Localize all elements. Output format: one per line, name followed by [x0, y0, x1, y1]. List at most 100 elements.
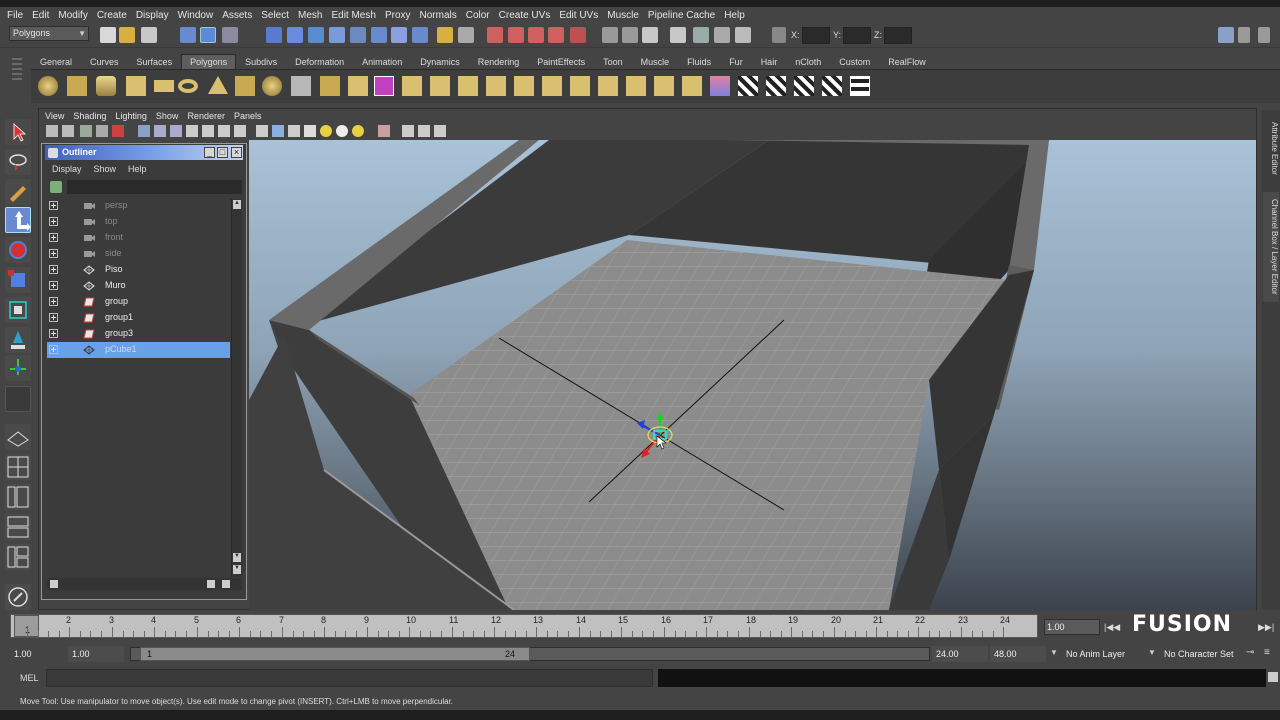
z-field[interactable]: [884, 27, 912, 44]
menu-create-uvs[interactable]: Create UVs: [496, 10, 557, 21]
layout-graph-icon[interactable]: [5, 514, 31, 540]
poly-soccer-icon[interactable]: [262, 76, 282, 96]
bookmark-icon[interactable]: [80, 125, 92, 137]
new-scene-icon[interactable]: [100, 27, 116, 43]
save-scene-icon[interactable]: [141, 27, 157, 43]
modeling-toolkit-icon[interactable]: [5, 584, 31, 610]
ipr-render-icon[interactable]: [670, 27, 686, 43]
hud-icon[interactable]: [378, 125, 390, 137]
menu-file[interactable]: File: [4, 10, 29, 21]
select-deformer-icon[interactable]: [350, 27, 366, 43]
range-slider-handle[interactable]: 1 24: [140, 647, 530, 661]
universal-manipulator-icon[interactable]: [5, 297, 31, 323]
panel-menu-panels[interactable]: Panels: [232, 111, 269, 121]
uv-editor-icon[interactable]: [822, 76, 842, 96]
show-manipulator-icon[interactable]: [5, 355, 31, 381]
expand-icon[interactable]: [49, 233, 58, 242]
image-plane-icon[interactable]: [96, 125, 108, 137]
shelf-tab-hair[interactable]: Hair: [752, 54, 787, 69]
animation-start-field[interactable]: 1.00: [10, 646, 64, 662]
shelf-tab-custom[interactable]: Custom: [830, 54, 879, 69]
last-tool-slot[interactable]: [5, 386, 31, 412]
panel-menu-renderer[interactable]: Renderer: [185, 111, 232, 121]
gate-mask-icon[interactable]: [304, 125, 316, 137]
camera-attributes-icon[interactable]: [62, 125, 74, 137]
attribute-editor-toggle-icon[interactable]: [1238, 27, 1250, 43]
outliner-item-side[interactable]: side: [47, 246, 230, 262]
render-current-icon[interactable]: [642, 27, 658, 43]
poly-boolean-icon[interactable]: [374, 76, 394, 96]
shelf-tab-animation[interactable]: Animation: [353, 54, 411, 69]
shelf-tab-fluids[interactable]: Fluids: [678, 54, 720, 69]
render-globals-icon[interactable]: [735, 27, 751, 43]
panel-menu-shading[interactable]: Shading: [71, 111, 113, 121]
mel-command-input[interactable]: [46, 669, 653, 687]
poly-bridge-icon[interactable]: [430, 76, 450, 96]
menu-modify[interactable]: Modify: [55, 10, 93, 21]
snap-grid-icon[interactable]: [487, 27, 503, 43]
select-surface-icon[interactable]: [329, 27, 345, 43]
layout-four-icon[interactable]: [5, 454, 31, 480]
shelf-tab-fur[interactable]: Fur: [720, 54, 752, 69]
shelf-tab-muscle[interactable]: Muscle: [632, 54, 679, 69]
expand-icon[interactable]: [49, 249, 58, 258]
outliner-filter-input[interactable]: [67, 180, 242, 194]
shelf-tab-surfaces[interactable]: Surfaces: [128, 54, 182, 69]
y-field[interactable]: [843, 27, 871, 44]
wireframe-icon[interactable]: [138, 125, 150, 137]
uv-checker-icon[interactable]: [738, 76, 758, 96]
expand-icon[interactable]: [49, 281, 58, 290]
channel-box-toggle-icon[interactable]: [1258, 27, 1270, 43]
menu-edit-uvs[interactable]: Edit UVs: [556, 10, 604, 21]
transform-mode-icon[interactable]: [772, 27, 786, 43]
shelf-tab-polygons[interactable]: Polygons: [181, 54, 237, 69]
expand-icon[interactable]: [49, 201, 58, 210]
select-tool-icon[interactable]: [5, 119, 31, 145]
animation-end-field[interactable]: 48.00: [990, 646, 1046, 662]
menu-muscle[interactable]: Muscle: [604, 10, 645, 21]
toggle-sidebar-icon[interactable]: [1218, 27, 1234, 43]
script-editor-icon[interactable]: [1268, 672, 1278, 682]
select-render-icon[interactable]: [391, 27, 407, 43]
layout-single-icon[interactable]: [5, 424, 31, 450]
expand-icon[interactable]: [49, 313, 58, 322]
current-time-field[interactable]: 1.00: [1044, 619, 1100, 635]
poly-cone-icon[interactable]: [126, 76, 146, 96]
motion-blur-icon[interactable]: [434, 125, 446, 137]
shelf-tab-curves[interactable]: Curves: [81, 54, 128, 69]
key-icon[interactable]: ⊸: [1246, 647, 1254, 658]
shelf-tab-toon[interactable]: Toon: [594, 54, 632, 69]
default-light-icon[interactable]: [320, 125, 332, 137]
select-object-icon[interactable]: [200, 27, 216, 43]
snap-point-icon[interactable]: [528, 27, 544, 43]
poly-cube-icon[interactable]: [67, 76, 87, 96]
outliner-menu-help[interactable]: Help: [128, 164, 159, 174]
menu-proxy[interactable]: Proxy: [382, 10, 417, 21]
render-settings-icon[interactable]: [693, 27, 709, 43]
poly-merge-icon[interactable]: [598, 76, 618, 96]
outliner-item-group[interactable]: group: [47, 294, 230, 310]
shelf-tab-dynamics[interactable]: Dynamics: [411, 54, 469, 69]
poly-cylinder-icon[interactable]: [96, 76, 116, 96]
rotate-tool-icon[interactable]: [5, 237, 31, 263]
menu-create[interactable]: Create: [94, 10, 133, 21]
select-joint-icon[interactable]: [287, 27, 303, 43]
smooth-shade-icon[interactable]: [154, 125, 166, 137]
poly-sphere-icon[interactable]: [38, 76, 58, 96]
open-scene-icon[interactable]: [119, 27, 135, 43]
layout-outliner-icon[interactable]: [5, 484, 31, 510]
poly-plane-icon[interactable]: [154, 80, 174, 92]
chevron-down-icon[interactable]: ▼: [1050, 648, 1058, 657]
select-handle-icon[interactable]: [266, 27, 282, 43]
menu-pipeline-cache[interactable]: Pipeline Cache: [645, 10, 721, 21]
menu-display[interactable]: Display: [133, 10, 175, 21]
poly-insert-loop-icon[interactable]: [514, 76, 534, 96]
make-live-icon[interactable]: [570, 27, 586, 43]
menu-help[interactable]: Help: [721, 10, 751, 21]
shelf-tab-realflow[interactable]: RealFlow: [879, 54, 935, 69]
soft-modification-tool-icon[interactable]: [5, 327, 31, 353]
xray-icon[interactable]: [218, 125, 230, 137]
uv-unfold-icon[interactable]: [766, 76, 786, 96]
outliner-item-group3[interactable]: group3: [47, 326, 230, 342]
poly-prism-icon[interactable]: [208, 76, 228, 94]
